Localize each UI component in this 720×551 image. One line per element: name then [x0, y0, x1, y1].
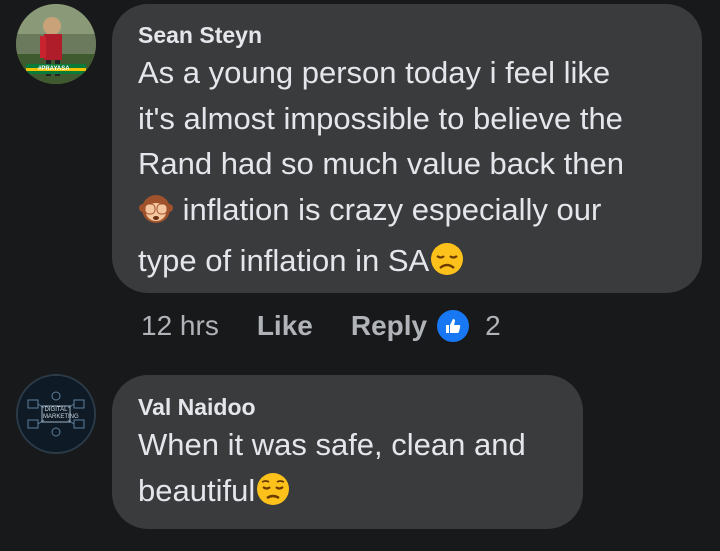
comment-line: As a young person today i feel like — [138, 55, 611, 90]
avatar-caption: #PRAYASA — [38, 66, 70, 72]
comment-author[interactable]: Sean Steyn — [138, 20, 676, 50]
disappointed-face-icon — [429, 241, 465, 290]
comment-line: type of inflation in SA — [138, 243, 430, 278]
avatar-sean-steyn[interactable]: #PRAYASA — [16, 4, 96, 84]
comment-bubble: Sean Steyn As a young person today i fee… — [112, 4, 702, 293]
comment-actions: 12 hrs Like Reply 2 — [141, 306, 501, 346]
comment-text: As a young person today i feel like it's… — [138, 50, 676, 290]
timestamp[interactable]: 12 hrs — [141, 310, 219, 342]
comment-author[interactable]: Val Naidoo — [138, 392, 557, 422]
like-reaction-icon[interactable] — [435, 308, 472, 344]
avatar-val-naidoo[interactable]: DIGITAL MARKETING — [16, 374, 96, 454]
comment-bubble: Val Naidoo When it was safe, clean and b… — [112, 375, 583, 529]
like-button[interactable]: Like — [257, 310, 313, 342]
comment-line: it's almost impossible to believe the — [138, 100, 623, 136]
see-no-evil-monkey-icon — [138, 190, 174, 239]
reaction-count[interactable]: 2 — [485, 310, 501, 342]
comment-line: When it was safe, clean and — [138, 427, 526, 462]
comment-line: Rand had so much value back then — [138, 146, 624, 181]
comment-text: When it was safe, clean and beautiful — [138, 422, 557, 519]
pensive-face-icon — [255, 471, 291, 520]
profile-photo — [16, 4, 96, 84]
avatar-caption: DIGITAL MARKETING — [43, 407, 79, 420]
comment-line: inflation is crazy especially our — [182, 191, 602, 227]
reply-button[interactable]: Reply — [351, 310, 427, 342]
comment-line: beautiful — [138, 472, 256, 508]
